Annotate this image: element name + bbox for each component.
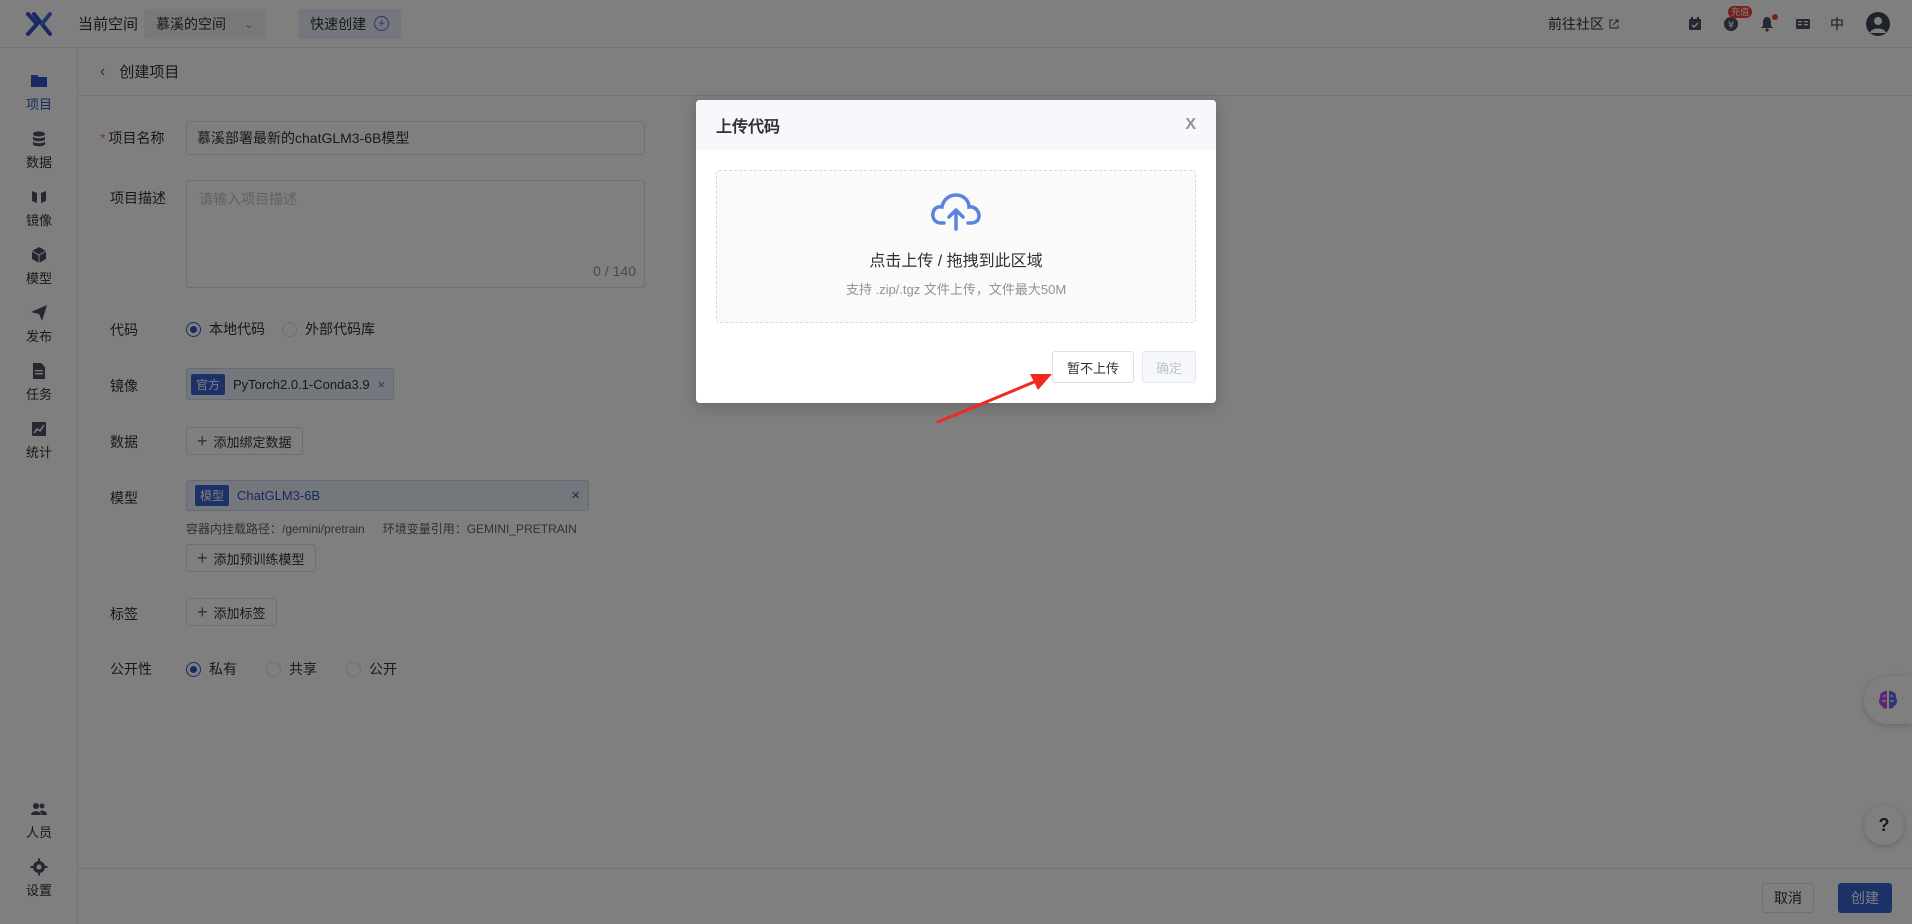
dialog-title: 上传代码 — [716, 119, 781, 136]
confirm-button[interactable]: 确定 — [1142, 351, 1196, 383]
close-icon[interactable]: X — [1185, 116, 1196, 134]
annotation-arrow — [936, 374, 1052, 424]
upload-dropzone[interactable]: 点击上传 / 拖拽到此区域 支持 .zip/.tgz 文件上传，文件最大50M — [716, 170, 1196, 323]
upload-code-dialog: 上传代码 X 点击上传 / 拖拽到此区域 支持 .zip/.tgz 文件上传，文… — [696, 100, 1216, 403]
skip-upload-button[interactable]: 暂不上传 — [1052, 351, 1134, 383]
upload-main-text: 点击上传 / 拖拽到此区域 — [869, 253, 1043, 270]
upload-hint-text: 支持 .zip/.tgz 文件上传，文件最大50M — [845, 282, 1067, 297]
dialog-header: 上传代码 X — [696, 100, 1216, 150]
cloud-upload-icon — [931, 193, 981, 231]
